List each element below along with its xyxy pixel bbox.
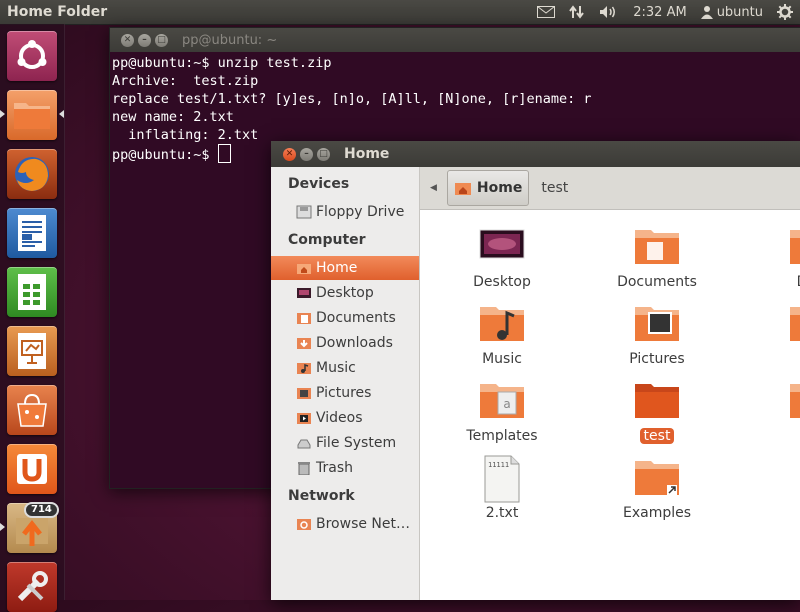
sidebar-item-floppy[interactable]: Floppy Drive	[271, 200, 419, 224]
floppy-icon	[296, 205, 312, 219]
system-settings-icon[interactable]	[7, 562, 57, 612]
sidebar-item-filesystem[interactable]: File System	[271, 431, 419, 455]
templates-folder-icon: a	[478, 378, 526, 426]
file-manager-window[interactable]: ✕ – □ Home Devices Floppy Drive Computer…	[271, 141, 800, 600]
user-icon	[700, 6, 713, 19]
terminal-line: replace test/1.txt? [y]es, [n]o, [A]ll, …	[112, 91, 592, 107]
documents-folder-icon	[633, 224, 681, 272]
file-item[interactable]: 11111 2.txt	[442, 455, 562, 521]
file-item[interactable]: test	[597, 378, 717, 444]
update-count-badge: 714	[24, 502, 59, 518]
chevron-left-icon[interactable]: ◀	[430, 183, 437, 193]
file-icon	[788, 455, 800, 503]
terminal-line: pp@ubuntu:~$ unzip test.zip	[112, 55, 332, 71]
impress-icon[interactable]	[7, 326, 57, 376]
file-manager-titlebar[interactable]: ✕ – □ Home	[271, 141, 800, 167]
top-panel: Home Folder 2:32 AM ubuntu	[0, 0, 800, 24]
network-icon[interactable]	[562, 0, 592, 24]
writer-icon[interactable]	[7, 208, 57, 258]
pictures-folder-icon	[633, 301, 681, 349]
maximize-icon[interactable]: □	[317, 147, 330, 161]
sidebar-item-documents[interactable]: Documents	[271, 306, 419, 330]
path-button-test[interactable]: test	[541, 180, 568, 196]
network-folder-icon	[296, 517, 312, 531]
text-file-icon: 11111	[478, 455, 526, 503]
terminal-line: Archive: test.zip	[112, 73, 259, 89]
computer-heading: Computer	[288, 232, 366, 248]
documents-folder-icon	[296, 311, 312, 325]
sidebar-item-trash[interactable]: Trash	[271, 456, 419, 480]
file-item[interactable]: P	[752, 301, 800, 367]
maximize-icon[interactable]: □	[155, 33, 168, 47]
sidebar-item-videos[interactable]: Videos	[271, 406, 419, 430]
minimize-icon[interactable]: –	[300, 147, 313, 161]
sidebar-item-browse-network[interactable]: Browse Net…	[271, 512, 419, 536]
downloads-folder-icon	[296, 336, 312, 350]
file-item[interactable]: Pictures	[597, 301, 717, 367]
mail-icon[interactable]	[530, 0, 562, 24]
user-name: ubuntu	[716, 4, 763, 20]
public-folder-icon	[788, 301, 800, 349]
file-item[interactable]: Music	[442, 301, 562, 367]
sidebar-item-home[interactable]: Home	[271, 256, 419, 280]
file-item[interactable]: V	[752, 378, 800, 444]
launcher: 714	[0, 24, 65, 612]
svg-text:11111: 11111	[488, 461, 509, 469]
svg-text:a: a	[503, 397, 510, 411]
terminal-line: new name: 2.txt	[112, 109, 234, 125]
trash-icon	[296, 461, 312, 475]
sidebar-item-downloads[interactable]: Downloads	[271, 331, 419, 355]
gear-icon[interactable]	[770, 0, 800, 24]
file-item[interactable]: Documents	[597, 224, 717, 290]
terminal-prompt: pp@ubuntu:~$	[112, 147, 218, 163]
terminal-titlebar[interactable]: ✕ – □ pp@ubuntu: ~	[110, 28, 800, 52]
minimize-icon[interactable]: –	[138, 33, 151, 47]
close-icon[interactable]: ✕	[283, 147, 296, 161]
volume-icon[interactable]	[592, 0, 626, 24]
terminal-title: pp@ubuntu: ~	[182, 32, 278, 48]
file-item[interactable]: Dow	[752, 224, 800, 290]
file-view[interactable]: Desktop Documents Dow Music Pictures P a…	[420, 210, 800, 600]
music-folder-icon	[296, 361, 312, 375]
home-folder-icon	[296, 261, 312, 275]
sidebar-item-pictures[interactable]: Pictures	[271, 381, 419, 405]
desktop-folder-icon	[478, 224, 526, 272]
devices-heading: Devices	[288, 176, 350, 192]
path-bar: ◀ Home test	[420, 167, 800, 210]
calc-icon[interactable]	[7, 267, 57, 317]
sidebar-item-music[interactable]: Music	[271, 356, 419, 380]
network-heading: Network	[288, 488, 355, 504]
desktop-icon	[296, 286, 312, 300]
path-button-home[interactable]: Home	[446, 170, 530, 206]
files-icon[interactable]	[7, 90, 57, 140]
pictures-folder-icon	[296, 386, 312, 400]
clock[interactable]: 2:32 AM	[626, 0, 693, 24]
ubuntu-one-icon[interactable]	[7, 444, 57, 494]
sidebar-item-desktop[interactable]: Desktop	[271, 281, 419, 305]
examples-folder-icon	[633, 455, 681, 503]
videos-folder-icon	[296, 411, 312, 425]
firefox-icon[interactable]	[7, 149, 57, 199]
terminal-cursor	[217, 144, 231, 163]
file-item[interactable]: Desktop	[442, 224, 562, 290]
dash-icon[interactable]	[7, 31, 57, 81]
user-menu[interactable]: ubuntu	[694, 0, 770, 24]
window-title: Home Folder	[7, 4, 108, 20]
file-item[interactable]: te	[752, 455, 800, 521]
places-sidebar: Devices Floppy Drive Computer Home Deskt…	[271, 167, 420, 600]
selected-item-label: test	[639, 428, 675, 444]
file-item[interactable]: a Templates	[442, 378, 562, 444]
folder-icon	[633, 378, 681, 426]
software-center-icon[interactable]	[7, 385, 57, 435]
file-item[interactable]: Examples	[597, 455, 717, 521]
music-folder-icon	[478, 301, 526, 349]
downloads-folder-icon	[788, 224, 800, 272]
videos-folder-icon	[788, 378, 800, 426]
drive-icon	[296, 436, 312, 450]
close-icon[interactable]: ✕	[121, 33, 134, 47]
file-manager-title: Home	[344, 146, 390, 162]
panel-indicators: 2:32 AM ubuntu	[530, 0, 800, 24]
home-folder-icon	[454, 180, 472, 196]
